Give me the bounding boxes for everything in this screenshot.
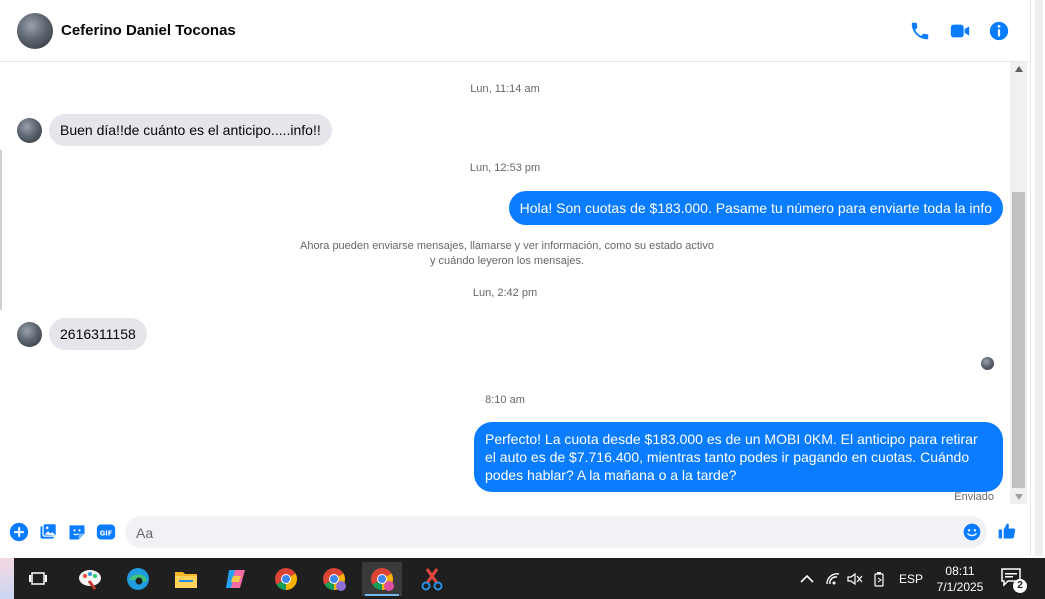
messenger-window: Ceferino Daniel Toconas Lun, 11:14 am Bu… bbox=[0, 0, 1045, 599]
read-receipt-avatar bbox=[981, 357, 994, 370]
notifications-count: 2 bbox=[1013, 579, 1027, 593]
window-scrollbar[interactable] bbox=[1030, 0, 1045, 556]
svg-text:GIF: GIF bbox=[100, 529, 113, 537]
snipping-tool-icon[interactable] bbox=[412, 562, 452, 596]
scroll-down-arrow-icon[interactable] bbox=[1010, 490, 1027, 504]
battery-icon[interactable] bbox=[872, 570, 886, 588]
message-status: Enviado bbox=[954, 491, 994, 503]
message-incoming[interactable]: Buen día!!de cuánto es el anticipo.....i… bbox=[49, 114, 332, 146]
edge-icon[interactable] bbox=[118, 562, 158, 596]
timestamp: 8:10 am bbox=[485, 394, 525, 406]
timestamp: Lun, 12:53 pm bbox=[469, 162, 541, 174]
message-outgoing[interactable]: Hola! Son cuotas de $183.000. Pasame tu … bbox=[508, 191, 1003, 225]
windows-taskbar: ESP 08:11 7/1/2025 2 bbox=[0, 558, 1045, 599]
clock-time: 08:11 bbox=[945, 564, 975, 578]
system-notice-line: Ahora pueden enviarse mensajes, llamarse… bbox=[300, 240, 714, 252]
gif-icon[interactable]: GIF bbox=[96, 522, 116, 542]
message-incoming[interactable]: 2616311158 bbox=[49, 318, 147, 350]
file-explorer-icon[interactable] bbox=[166, 562, 206, 596]
image-icon[interactable] bbox=[38, 522, 58, 542]
widgets-icon[interactable] bbox=[0, 558, 14, 599]
message-list: Lun, 11:14 am Buen día!!de cuánto es el … bbox=[0, 62, 1010, 508]
emoji-icon[interactable] bbox=[962, 522, 982, 542]
like-icon[interactable] bbox=[997, 521, 1019, 543]
language-indicator[interactable]: ESP bbox=[899, 570, 923, 588]
message-input[interactable]: Aa bbox=[125, 516, 987, 548]
wifi-icon[interactable] bbox=[825, 570, 841, 588]
info-icon[interactable] bbox=[988, 20, 1010, 42]
paint-icon[interactable] bbox=[70, 562, 110, 596]
system-notice-line: y cuándo leyeron los mensajes. bbox=[429, 255, 585, 267]
message-composer: GIF Aa bbox=[0, 508, 1030, 556]
chrome-profile-c-icon[interactable] bbox=[362, 562, 402, 596]
scroll-up-arrow-icon[interactable] bbox=[1010, 62, 1027, 76]
left-edge bbox=[0, 150, 2, 310]
chrome-icon[interactable] bbox=[266, 562, 306, 596]
phone-icon[interactable] bbox=[909, 20, 931, 42]
task-view-icon[interactable] bbox=[18, 562, 58, 596]
timestamp: Lun, 11:14 am bbox=[470, 83, 540, 95]
contact-name[interactable]: Ceferino Daniel Toconas bbox=[61, 22, 236, 39]
sticker-icon[interactable] bbox=[67, 522, 87, 542]
clock-date: 7/1/2025 bbox=[936, 580, 984, 594]
plus-icon[interactable] bbox=[9, 522, 29, 542]
sender-avatar[interactable] bbox=[17, 118, 42, 143]
system-notice: Ahora pueden enviarse mensajes, llamarse… bbox=[257, 239, 757, 269]
chrome-profile-icon[interactable] bbox=[314, 562, 354, 596]
chat-scrollbar[interactable] bbox=[1010, 62, 1027, 504]
chat-header: Ceferino Daniel Toconas bbox=[0, 0, 1030, 62]
timestamp: Lun, 2:42 pm bbox=[472, 287, 538, 299]
video-icon[interactable] bbox=[949, 20, 971, 42]
sender-avatar[interactable] bbox=[17, 322, 42, 347]
copilot-icon[interactable] bbox=[216, 562, 256, 596]
volume-muted-icon[interactable] bbox=[847, 570, 863, 588]
show-hidden-icons-icon[interactable] bbox=[800, 570, 814, 588]
message-input-placeholder: Aa bbox=[136, 525, 154, 541]
message-outgoing[interactable]: Perfecto! La cuota desde $183.000 es de … bbox=[474, 422, 1003, 492]
scroll-thumb[interactable] bbox=[1012, 192, 1025, 488]
contact-avatar[interactable] bbox=[17, 13, 53, 49]
system-clock[interactable]: 08:11 7/1/2025 bbox=[928, 563, 992, 595]
window-scroll-track bbox=[1035, 0, 1043, 556]
